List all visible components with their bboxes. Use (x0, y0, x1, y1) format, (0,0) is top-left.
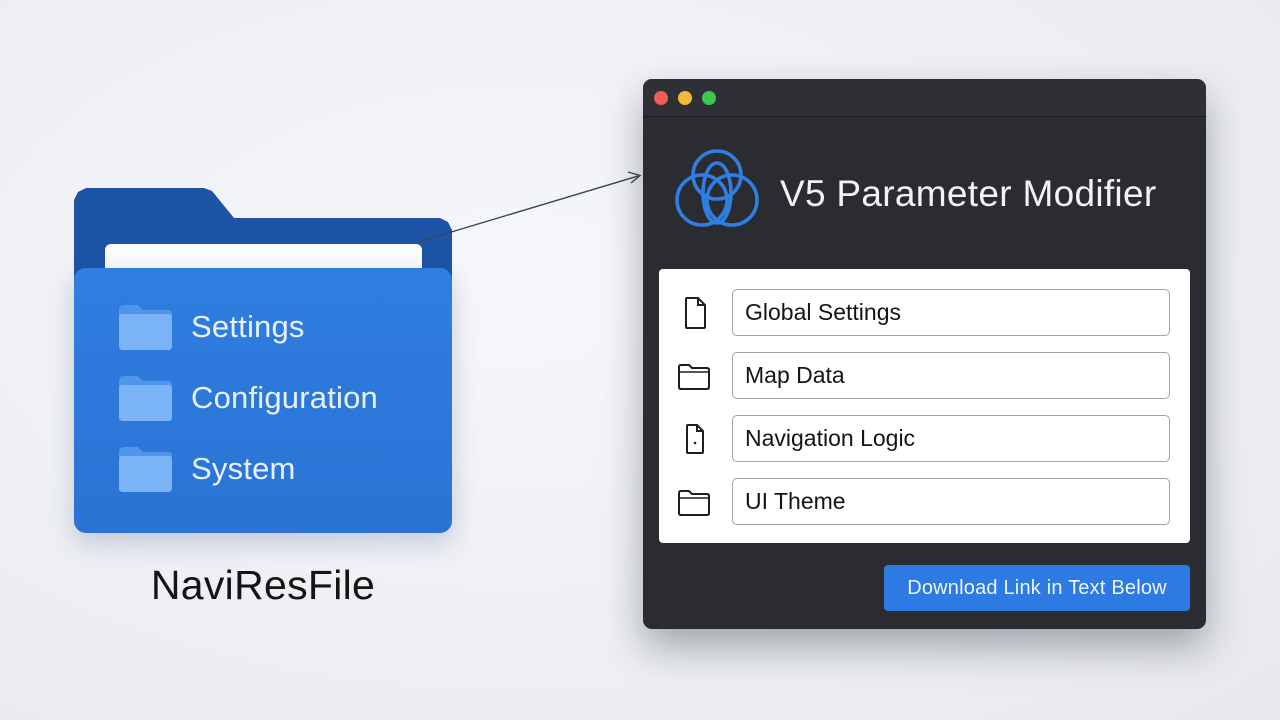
map-data-field[interactable]: Map Data (732, 352, 1170, 399)
folder-caption: NaviResFile (150, 562, 376, 608)
close-window-button[interactable] (654, 91, 668, 105)
document-icon (686, 424, 704, 454)
app-window: V5 Parameter Modifier Global Settings Ma… (643, 79, 1206, 629)
minimize-window-button[interactable] (678, 91, 692, 105)
ui-theme-field[interactable]: UI Theme (732, 478, 1170, 525)
interlocking-rings-logo (675, 149, 759, 227)
global-settings-field[interactable]: Global Settings (732, 289, 1170, 336)
folder-item-label: Configuration (191, 380, 378, 415)
folder-front: Settings Configuration System (74, 268, 452, 533)
folder-item-label: System (191, 451, 296, 486)
list-item[interactable]: UI Theme (659, 478, 1190, 526)
folder-icon (119, 305, 172, 350)
list-item[interactable]: Global Settings (659, 289, 1190, 337)
folder-icon (678, 364, 710, 390)
folder-icon (119, 447, 172, 492)
naviresfile-folder[interactable]: Settings Configuration System (74, 188, 452, 533)
list-item[interactable]: Navigation Logic (659, 415, 1190, 463)
maximize-window-button[interactable] (702, 91, 716, 105)
folder-icon (119, 376, 172, 421)
document-icon (685, 297, 706, 329)
folder-item-label: Settings (191, 309, 305, 344)
app-header: V5 Parameter Modifier (643, 117, 1206, 269)
folder-item-configuration[interactable]: Configuration (116, 373, 378, 423)
window-titlebar[interactable] (643, 79, 1206, 117)
list-item[interactable]: Map Data (659, 352, 1190, 400)
navigation-logic-field[interactable]: Navigation Logic (732, 415, 1170, 462)
folder-item-system[interactable]: System (116, 444, 296, 494)
folder-icon (678, 490, 710, 516)
folder-item-settings[interactable]: Settings (116, 302, 305, 352)
download-button[interactable]: Download Link in Text Below (884, 565, 1190, 611)
parameter-list-panel: Global Settings Map Data Navigation Logi… (659, 269, 1190, 543)
app-title: V5 Parameter Modifier (780, 173, 1157, 214)
